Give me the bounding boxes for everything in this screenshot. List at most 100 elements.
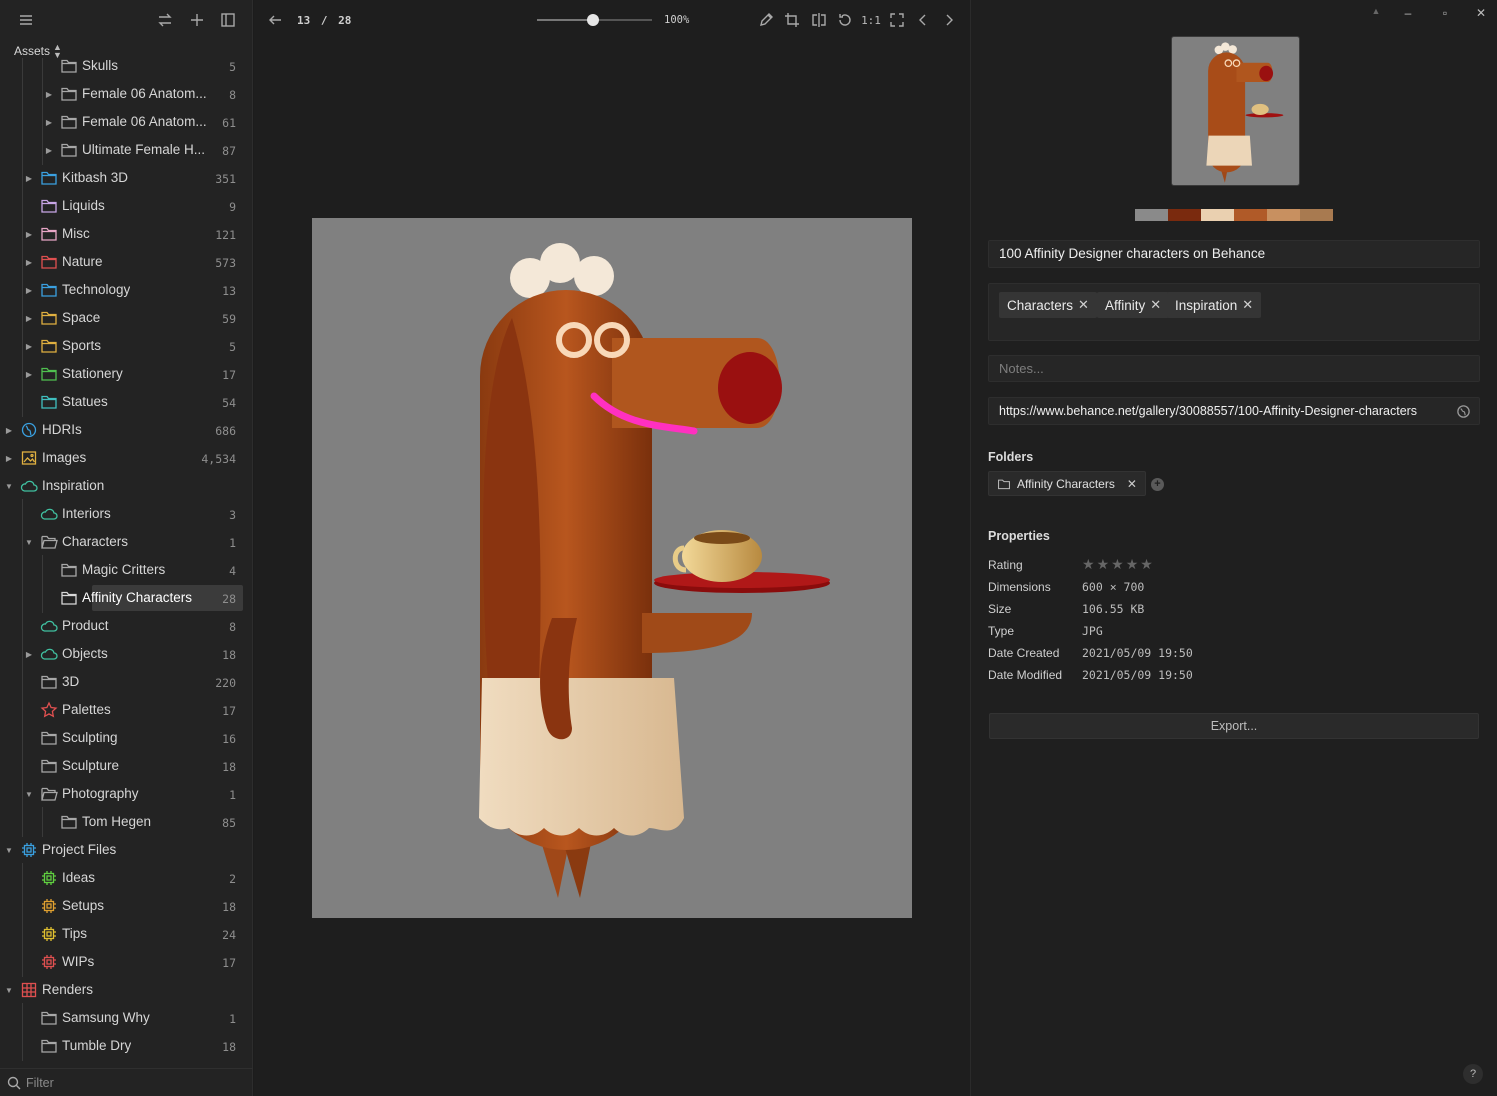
rotate-icon[interactable] [836,11,854,29]
remove-tag-icon[interactable]: ✕ [1078,297,1089,313]
title-field[interactable]: 100 Affinity Designer characters on Beha… [988,240,1480,268]
tree-item[interactable]: 3D 220 [0,667,253,697]
tree-item[interactable]: Interiors 3 [0,499,253,529]
tree-item[interactable]: ▼ Photography 1 [0,779,253,809]
swap-icon[interactable] [156,11,174,29]
tree-item[interactable]: Sculpture 18 [0,751,253,781]
tag-chip[interactable]: Characters ✕ [999,292,1097,318]
palette-swatch[interactable] [1168,209,1201,221]
filter-input[interactable] [26,1074,246,1092]
pencil-icon[interactable] [757,11,775,29]
palette-swatch[interactable] [1201,209,1234,221]
tree-item[interactable]: ▶ Stationery 17 [0,359,253,389]
star-icon[interactable]: ★ [1126,557,1139,571]
tree-item[interactable]: Sculpting 16 [0,723,253,753]
palette-swatch[interactable] [1234,209,1267,221]
remove-tag-icon[interactable]: ✕ [1242,297,1253,313]
expand-icon[interactable]: ▶ [24,229,34,239]
tree-item[interactable]: ▶ Misc 121 [0,219,253,249]
tree-item[interactable]: Statues 54 [0,387,253,417]
sidebar-toggle-icon[interactable] [219,11,237,29]
expand-icon[interactable]: ▶ [44,145,54,155]
expand-icon[interactable]: ▶ [24,173,34,183]
expand-icon[interactable]: ▶ [24,313,34,323]
tree-item[interactable]: Liquids 9 [0,191,253,221]
tree-item[interactable]: Affinity Characters 28 [0,583,253,613]
star-icon[interactable]: ★ [1111,557,1124,571]
tree-item[interactable]: ▶ Objects 18 [0,639,253,669]
star-icon[interactable]: ★ [1097,557,1110,571]
tree-item[interactable]: ▼ Characters 1 [0,527,253,557]
maximize-icon[interactable]: ▫ [1438,6,1452,20]
expand-icon[interactable]: ▶ [24,341,34,351]
palette-swatch[interactable] [1135,209,1168,221]
minimize-icon[interactable]: – [1401,6,1415,20]
tree-item[interactable]: ▶ Images 4,534 [0,445,253,471]
tree-item[interactable]: Tumble Dry 18 [0,1031,253,1061]
tree-item[interactable]: Setups 18 [0,891,253,921]
add-icon[interactable] [188,11,206,29]
close-icon[interactable]: ✕ [1474,6,1488,20]
tag-chip[interactable]: Inspiration ✕ [1167,292,1262,318]
tree-item[interactable]: ▼ Renders [0,977,253,1003]
tag-chip[interactable]: Affinity ✕ [1097,292,1170,318]
tree-item[interactable]: ▶ Space 59 [0,303,253,333]
url-field[interactable]: https://www.behance.net/gallery/30088557… [988,397,1480,425]
zoom-slider[interactable] [537,14,652,26]
globe-icon[interactable] [1456,404,1471,419]
crop-icon[interactable] [783,11,801,29]
tree-item[interactable]: Product 8 [0,611,253,641]
tree-item[interactable]: ▼ Project Files [0,837,253,863]
expand-icon[interactable]: ▶ [24,285,34,295]
collapse-icon[interactable]: ▼ [4,985,14,995]
collapse-icon[interactable]: ▼ [24,789,34,799]
back-arrow-icon[interactable] [266,11,284,29]
flip-icon[interactable] [810,11,828,29]
tree-item[interactable]: Ideas 2 [0,863,253,893]
tree-item[interactable]: ▶ Sports 5 [0,331,253,361]
tree-item[interactable]: ▶ Technology 13 [0,275,253,305]
tags-field[interactable]: Characters ✕ Affinity ✕ Inspiration ✕ [988,283,1480,341]
folder-chip[interactable]: Affinity Characters ✕ [988,471,1146,496]
actual-size-icon[interactable]: 1:1 [861,11,881,29]
collapse-icon[interactable]: ▼ [24,537,34,547]
expand-icon[interactable]: ▶ [24,649,34,659]
tree-item[interactable]: ▶ Female 06 Anatom... 61 [0,107,253,137]
star-icon[interactable]: ★ [1082,557,1095,571]
tree-item[interactable]: Tips 24 [0,919,253,949]
export-button[interactable]: Export... [989,713,1479,739]
tree-item[interactable]: WIPs 17 [0,947,253,977]
palette-swatch[interactable] [1300,209,1333,221]
expand-icon[interactable]: ▶ [44,89,54,99]
remove-folder-icon[interactable]: ✕ [1127,477,1137,491]
tree-item[interactable]: ▶ HDRIs 686 [0,417,253,443]
palette-swatch[interactable] [1267,209,1300,221]
menu-icon[interactable] [17,11,35,29]
pin-icon[interactable]: ▲ [1369,6,1383,20]
collapse-icon[interactable]: ▼ [4,845,14,855]
tree-item[interactable]: Tom Hegen 85 [0,807,253,837]
expand-icon[interactable]: ▶ [4,425,14,435]
tree-item[interactable]: ▶ Female 06 Anatom... 8 [0,79,253,109]
rating-stars[interactable]: ★ ★ ★ ★ ★ [1082,557,1153,571]
previous-icon[interactable] [914,11,932,29]
expand-icon[interactable]: ▶ [24,257,34,267]
tree-item[interactable]: ▶ Nature 573 [0,247,253,277]
fullscreen-icon[interactable] [888,11,906,29]
expand-icon[interactable]: ▶ [4,453,14,463]
star-icon[interactable]: ★ [1140,557,1153,571]
tree-item[interactable]: Samsung Why 1 [0,1003,253,1033]
expand-icon[interactable]: ▶ [24,369,34,379]
next-icon[interactable] [940,11,958,29]
tree-item[interactable]: Palettes 17 [0,695,253,725]
help-button[interactable]: ? [1463,1064,1483,1084]
tree-item[interactable]: ▶ Ultimate Female H... 87 [0,135,253,165]
tree-item[interactable]: Magic Critters 4 [0,555,253,585]
collapse-icon[interactable]: ▼ [4,481,14,491]
zoom-slider-knob[interactable] [587,14,600,26]
assets-dropdown[interactable]: Assets ▲ ▼ [14,43,62,60]
tree-item[interactable]: ▼ Inspiration [0,473,253,499]
expand-icon[interactable]: ▶ [44,117,54,127]
tree-item[interactable]: ▶ Kitbash 3D 351 [0,163,253,193]
remove-tag-icon[interactable]: ✕ [1150,297,1161,313]
